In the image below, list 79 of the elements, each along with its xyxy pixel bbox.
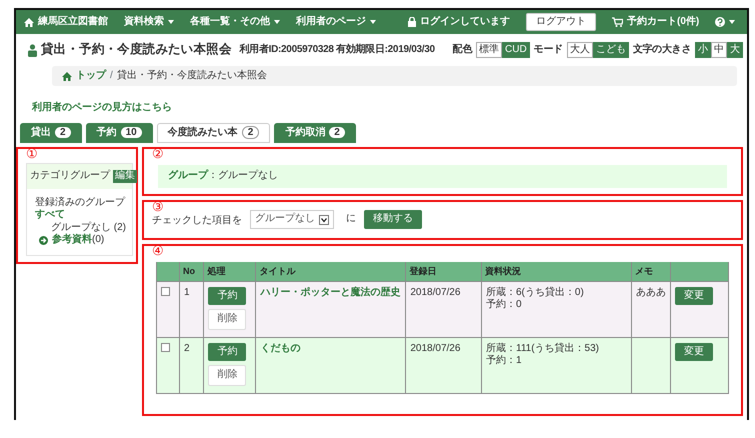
reserve-button[interactable]: 予約 — [208, 286, 246, 306]
breadcrumb-link[interactable]: トップ — [76, 70, 106, 82]
group-label: グループ：グループなし — [168, 170, 278, 181]
column-header: 処理 — [204, 262, 256, 282]
all-link[interactable]: すべて — [35, 209, 124, 222]
title-link[interactable]: ハリー・ポッターと魔法の歴史 — [260, 286, 400, 298]
help-icon — [715, 17, 726, 27]
table-cell: 2018/07/26 — [406, 337, 482, 394]
tab[interactable]: 今度読みたい本 2 — [156, 122, 270, 143]
caret-icon — [168, 20, 174, 24]
caret-icon — [729, 20, 736, 24]
breadcrumb-separator: / — [110, 70, 113, 82]
delete-button[interactable]: 削除 — [208, 309, 246, 330]
page-title: 貸出・予約・今度読みたい本照会 — [41, 42, 232, 58]
brand-link[interactable]: 練馬区立図書館 — [38, 16, 108, 28]
registered-label: 登録済みのグループ — [35, 196, 124, 209]
row-checkbox[interactable] — [161, 342, 170, 352]
person-icon — [28, 44, 37, 56]
option-button[interactable]: 大 — [727, 42, 743, 58]
edit-button[interactable]: 編集 — [113, 170, 137, 182]
cart-icon — [612, 17, 623, 27]
delete-button[interactable]: 削除 — [208, 365, 246, 386]
nav-menu[interactable]: 各種一覧・その他 — [190, 16, 270, 28]
help-link[interactable]: 利用者のページの見方はこちら — [32, 102, 172, 113]
row-checkbox[interactable] — [161, 286, 170, 296]
column-header: タイトル — [256, 262, 406, 282]
status-text: 所蔵：6(うち貸出：0) — [486, 286, 585, 299]
table-cell: 2 — [180, 337, 204, 394]
reserve-button[interactable]: 予約 — [208, 342, 246, 362]
column-header: 資料状況 — [482, 262, 632, 282]
nav-menu[interactable]: 利用者のページ — [296, 16, 366, 28]
logout-button[interactable]: ログアウト — [526, 12, 596, 32]
caret-icon — [370, 20, 376, 24]
tab-count: 2 — [329, 126, 345, 138]
status-text: 所蔵：111(うち貸出：53) — [486, 342, 600, 355]
category-group-label: カテゴリグループ — [30, 170, 110, 182]
cart-link[interactable]: 予約カート(0件) — [627, 16, 700, 28]
move-suffix: に — [346, 213, 356, 226]
setting-label: 文字の大きさ — [632, 44, 691, 56]
status-text: 予約：0 — [486, 299, 523, 312]
option-button[interactable]: こども — [592, 42, 629, 58]
option-button[interactable]: 中 — [711, 42, 727, 58]
status-text: 予約：1 — [486, 355, 523, 368]
group-select[interactable]: グループなし — [250, 210, 334, 229]
column-header: 登録日 — [406, 262, 482, 282]
memo-text: あああ — [636, 286, 666, 298]
tab-count: 2 — [55, 126, 71, 138]
column-header: No — [180, 262, 204, 282]
tab[interactable]: 予約取消 2 — [274, 122, 356, 143]
nav-menu[interactable]: 資料検索 — [124, 16, 164, 28]
option-button[interactable]: CUD — [502, 42, 530, 58]
tab[interactable]: 予約 10 — [86, 122, 153, 143]
option-button[interactable]: 標準 — [476, 42, 502, 58]
login-status: ログインしています — [420, 16, 510, 28]
table-cell: 1 — [180, 281, 204, 338]
column-header: メモ — [632, 262, 670, 282]
lock-icon — [408, 17, 416, 27]
caret-icon — [274, 20, 280, 24]
setting-label: モード — [534, 44, 563, 56]
user-info: 利用者ID:2005970328 有効期限日:2019/03/30 — [240, 44, 435, 56]
title-link[interactable]: くだもの — [260, 342, 300, 354]
group-link[interactable]: 参考資料(0) — [52, 234, 104, 246]
option-button[interactable]: 小 — [695, 42, 711, 58]
home-icon — [62, 72, 72, 80]
setting-label: 配色 — [452, 44, 472, 56]
breadcrumb-current: 貸出・予約・今度読みたい本照会 — [116, 70, 267, 82]
tab[interactable]: 貸出 2 — [20, 122, 82, 143]
home-icon — [24, 18, 34, 26]
move-button[interactable]: 移動する — [364, 210, 422, 229]
change-button[interactable]: 変更 — [675, 286, 713, 306]
option-button[interactable]: 大人 — [566, 42, 593, 58]
tab-count: 2 — [242, 126, 260, 138]
group-item[interactable]: グループなし (2) — [35, 222, 124, 234]
dropdown-icon — [319, 214, 329, 224]
move-label: チェックした項目を — [152, 215, 242, 228]
circle-arrow-icon — [39, 236, 48, 245]
change-button[interactable]: 変更 — [675, 342, 713, 362]
tab-count: 10 — [120, 126, 142, 138]
table-cell: 2018/07/26 — [406, 281, 482, 338]
